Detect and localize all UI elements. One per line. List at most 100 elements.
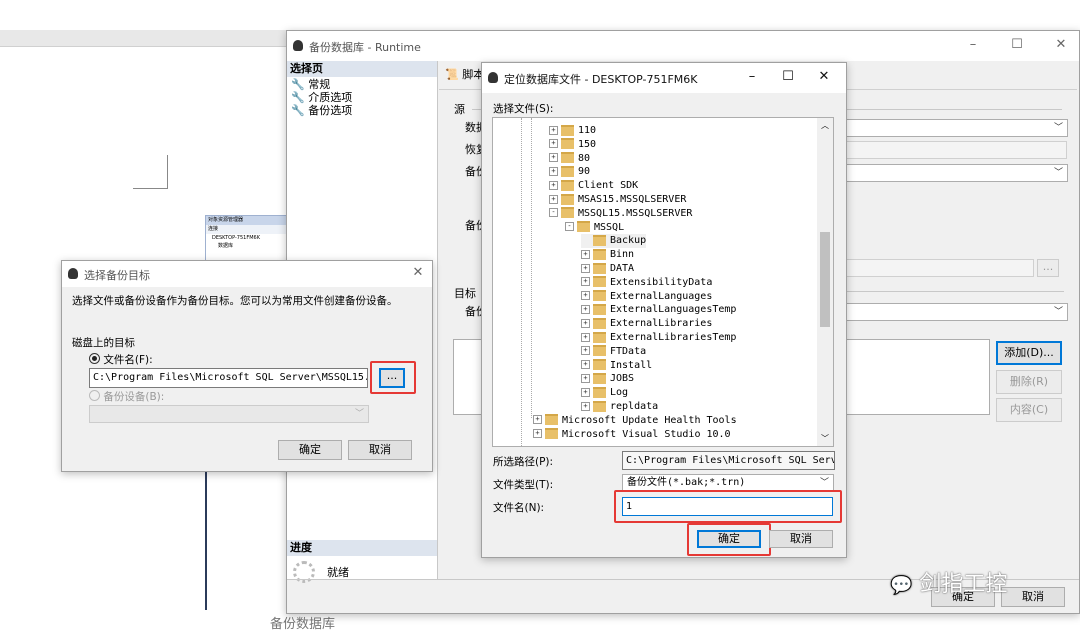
tree-item[interactable]: + Microsoft Update Health Tools [533,414,737,428]
name-label: 文件名(N): [493,502,545,514]
expand-icon[interactable]: + [581,373,590,383]
select-target-titlebar: 选择备份目标 ✕ [62,261,432,287]
mini-explorer-server: DESKTOP-751FM6K [212,235,260,241]
maximize-button[interactable]: ☐ [1009,37,1025,53]
expand-icon[interactable]: + [581,387,590,397]
tree-item[interactable]: + Microsoft Visual Studio 10.0 [533,428,731,442]
tree-item[interactable]: - MSSQL [565,221,624,235]
tree-item[interactable]: +110 [549,124,596,138]
scroll-up-icon[interactable]: ︿ [821,120,829,131]
close-button[interactable]: ✕ [816,69,832,85]
type-label: 文件类型(T): [493,479,554,491]
backup-to-combo[interactable]: ﹀ [842,303,1068,321]
tree-item[interactable]: + repldata [581,400,658,414]
expand-icon[interactable]: + [581,360,590,370]
tree-item[interactable]: +80 [549,152,590,166]
expand-icon[interactable]: + [581,332,590,342]
expand-icon[interactable]: + [581,304,590,314]
tree-item[interactable]: + ExternalLibrariesTemp [581,331,736,345]
file-tree[interactable]: +110 +150 +80 +90 + Client SDK + MSAS15.MSSQLSE… [492,117,834,447]
backup-type-combo[interactable]: ﹀ [842,164,1068,182]
expand-icon[interactable]: + [533,429,542,439]
expand-icon[interactable]: + [549,166,558,176]
tree-item[interactable]: Backup [581,234,647,249]
tree-item[interactable]: + ExternalLibraries [581,317,712,331]
tree-item[interactable]: + JOBS [581,372,634,386]
expand-icon[interactable]: + [581,263,590,273]
page-item-general[interactable]: 🔧 常规 [291,78,330,91]
expand-icon[interactable]: + [533,415,542,425]
tree-scrollbar[interactable]: ︿ ﹀ [817,118,833,446]
minimize-button[interactable]: – [744,69,760,85]
backup-cancel-button[interactable]: 取消 [1001,587,1065,607]
folder-icon [593,386,606,398]
page-item-media[interactable]: 🔧 介质选项 [291,91,352,104]
folder-icon [561,165,574,177]
ok-highlight [687,523,771,556]
close-button[interactable]: ✕ [410,265,426,281]
expand-icon[interactable]: + [581,249,590,259]
filename-radio[interactable]: 文件名(F): [89,352,153,367]
tree-item-label: 90 [578,166,591,178]
tree-item[interactable]: - MSSQL15.MSSQLSERVER [549,207,692,221]
page-item-general-label: 常规 [308,78,331,91]
tree-item-label: 110 [578,125,597,136]
device-radio: 备份设备(B): [89,389,164,404]
database-icon [488,72,498,83]
tree-item-label: JOBS [610,373,635,385]
mini-explorer-node: 数据库 [218,243,234,249]
tree-item-label: Install [610,359,653,371]
folder-icon [593,234,606,246]
folder-icon [593,303,606,315]
collapse-icon[interactable]: - [549,208,558,218]
tree-item[interactable]: + ExternalLanguages [581,290,712,304]
scroll-thumb[interactable] [820,232,830,327]
tree-item-label: 150 [578,138,597,150]
locate-cancel-button[interactable]: 取消 [769,530,833,548]
disabled-field [842,259,1034,277]
expand-icon[interactable]: + [549,180,558,190]
database-combo[interactable]: ﹀ [842,119,1068,137]
expand-icon[interactable]: + [549,125,558,135]
script-toolbar[interactable]: 📜 脚本 [445,66,484,82]
expand-icon[interactable]: + [549,194,558,204]
expand-icon[interactable]: + [581,318,590,328]
tree-item[interactable]: + MSAS15.MSSQLSERVER [549,193,686,207]
maximize-button[interactable]: ☐ [780,69,796,85]
mini-explorer-toolbar: 连接 [206,225,288,234]
expand-icon[interactable]: + [581,277,590,287]
page-item-media-label: 介质选项 [308,91,353,104]
recovery-field [842,141,1067,159]
file-name-highlight [614,490,842,523]
expand-icon[interactable]: + [581,401,590,411]
select-target-cancel-button[interactable]: 取消 [348,440,412,460]
expand-icon[interactable]: + [581,291,590,301]
minimize-button[interactable]: – [965,37,981,53]
select-target-ok-button[interactable]: 确定 [278,440,342,460]
add-button[interactable]: 添加(D)... [996,341,1062,365]
page-item-options[interactable]: 🔧 备份选项 [291,104,352,117]
collapse-icon[interactable]: - [565,222,574,232]
expand-icon[interactable]: + [581,346,590,356]
folder-icon [561,207,574,219]
tree-item[interactable]: +150 [549,138,596,152]
file-type-value: 备份文件(*.bak;*.trn) [627,477,746,488]
tree-item[interactable]: + ExtensibilityData [581,276,712,290]
filename-input[interactable]: C:\Program Files\Microsoft SQL Server\MS… [89,368,368,388]
tree-item[interactable]: + FTData [581,345,646,359]
close-button[interactable]: ✕ [1053,37,1069,53]
tree-item[interactable]: + Install [581,359,652,373]
expand-icon[interactable]: + [549,153,558,163]
tree-item[interactable]: + Client SDK [549,179,638,193]
tree-item[interactable]: + ExternalLanguagesTemp [581,303,736,317]
scroll-down-icon[interactable]: ﹀ [821,433,829,444]
tree-item-label: repldata [610,401,659,412]
tree-item[interactable]: + DATA [581,262,634,276]
remove-button: 删除(R) [996,370,1062,394]
tree-item[interactable]: +90 [549,165,590,179]
tree-item[interactable]: + Log [581,386,628,400]
expand-icon[interactable]: + [549,139,558,149]
tree-item[interactable]: + Binn [581,248,634,262]
disk-group-label: 磁盘上的目标 [72,337,135,349]
tree-item-label: Backup [610,235,647,247]
